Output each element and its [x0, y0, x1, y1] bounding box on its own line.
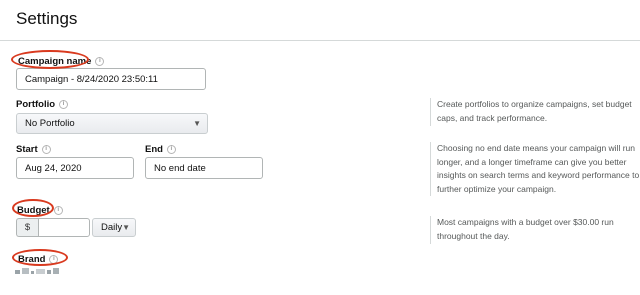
portfolio-help-text: Create portfolios to organize campaigns,… [430, 98, 640, 126]
header-divider [0, 40, 640, 41]
end-date-placeholder: No end date [154, 162, 206, 174]
brand-label: Brand i [18, 254, 59, 265]
start-date-label-text: Start [16, 144, 38, 155]
portfolio-select[interactable]: No Portfolio ▼ [16, 113, 208, 134]
budget-amount-input[interactable] [38, 218, 90, 237]
end-date-label-text: End [145, 144, 163, 155]
budget-period-value: Daily [101, 222, 123, 233]
campaign-name-label-text: Campaign name [18, 56, 92, 67]
portfolio-selected-value: No Portfolio [25, 118, 75, 129]
info-icon[interactable]: i [95, 57, 105, 66]
start-date-value: Aug 24, 2020 [25, 162, 82, 174]
portfolio-label-text: Portfolio [16, 99, 56, 110]
end-date-input[interactable]: No end date [145, 157, 263, 179]
campaign-name-label: Campaign name i [18, 56, 105, 67]
end-date-label: End i [145, 144, 176, 155]
info-icon[interactable]: i [166, 145, 176, 154]
chevron-down-icon: ▼ [122, 223, 130, 232]
brand-label-text: Brand [18, 254, 46, 265]
brand-image-placeholder [15, 268, 59, 274]
budget-label: Budget i [17, 205, 63, 216]
start-date-label: Start i [16, 144, 51, 155]
chevron-down-icon: ▼ [193, 119, 201, 128]
portfolio-label: Portfolio i [16, 99, 69, 110]
page-title: Settings [16, 9, 78, 28]
budget-label-text: Budget [17, 205, 50, 216]
budget-help-text: Most campaigns with a budget over $30.00… [430, 216, 640, 244]
info-icon[interactable]: i [59, 100, 69, 109]
start-date-input[interactable]: Aug 24, 2020 [16, 157, 134, 179]
info-icon[interactable]: i [41, 145, 51, 154]
campaign-name-input[interactable]: Campaign - 8/24/2020 23:50:11 [16, 68, 206, 90]
currency-symbol: $ [16, 218, 38, 237]
budget-period-select[interactable]: Daily ▼ [92, 218, 136, 237]
info-icon[interactable]: i [53, 206, 63, 215]
campaign-name-value: Campaign - 8/24/2020 23:50:11 [25, 73, 158, 85]
dates-help-text: Choosing no end date means your campaign… [430, 142, 640, 196]
info-icon[interactable]: i [49, 255, 59, 264]
